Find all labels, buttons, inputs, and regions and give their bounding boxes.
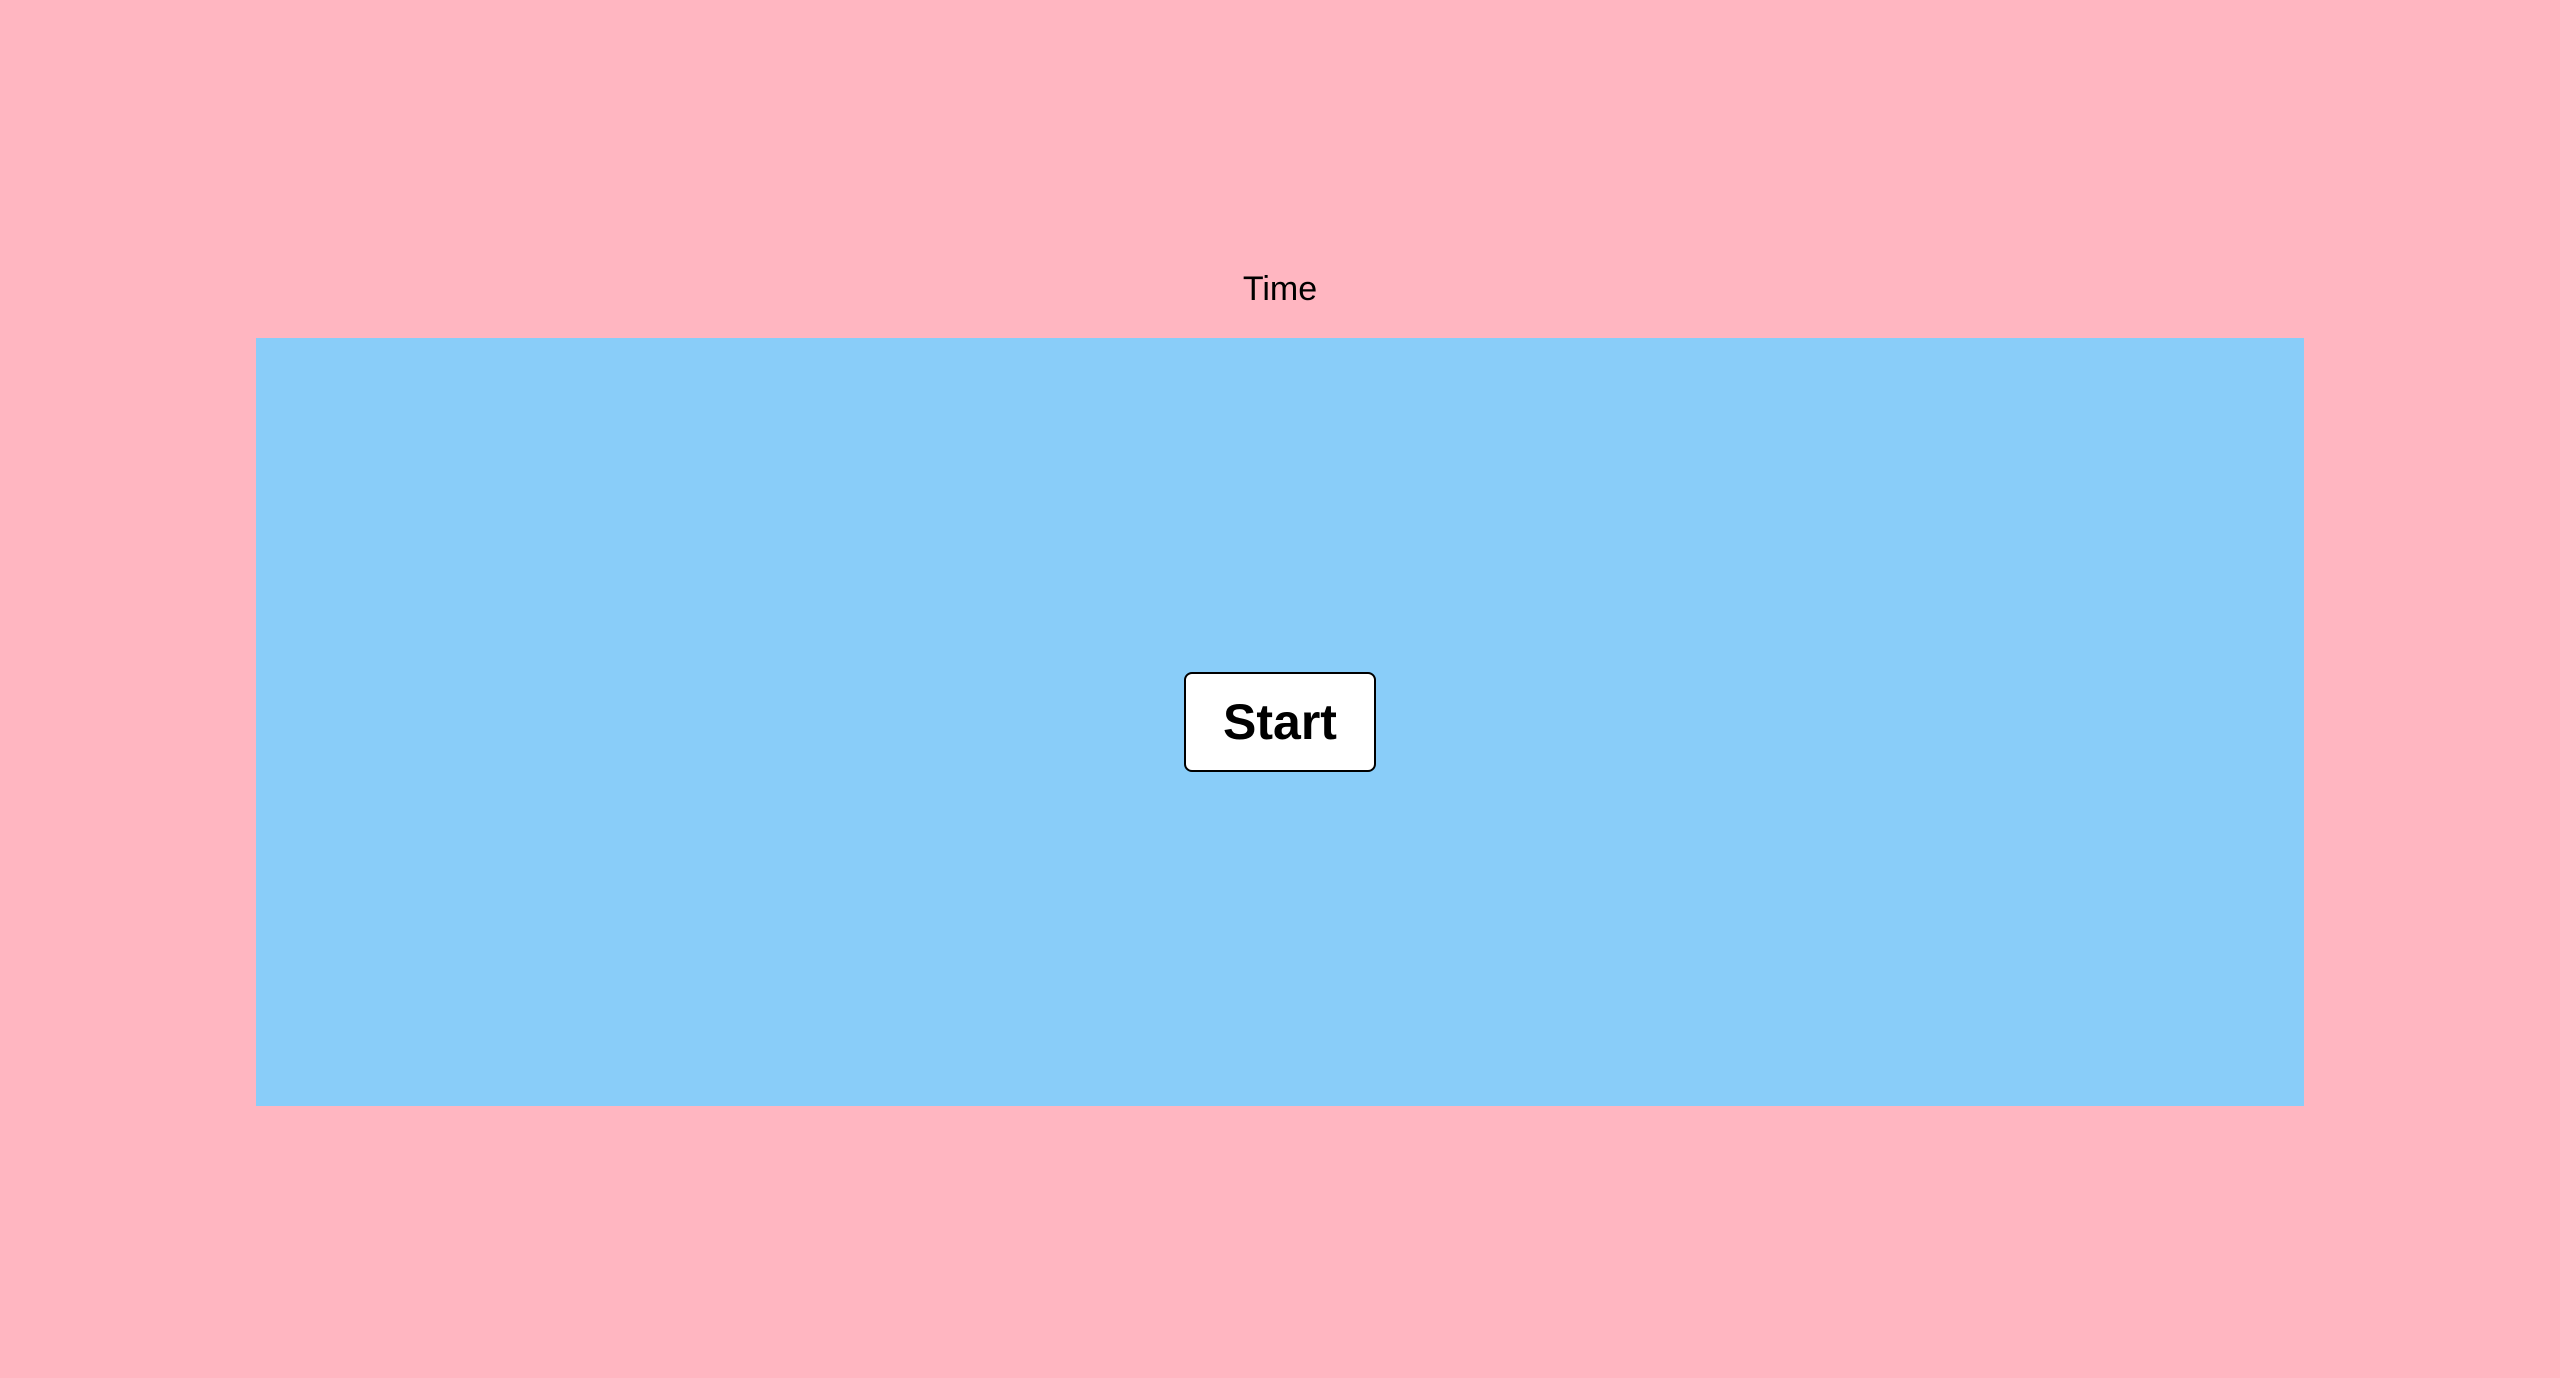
timer-label: Time bbox=[1242, 270, 1318, 308]
start-button[interactable]: Start bbox=[1184, 672, 1376, 772]
game-area[interactable]: Start bbox=[256, 338, 2304, 1106]
